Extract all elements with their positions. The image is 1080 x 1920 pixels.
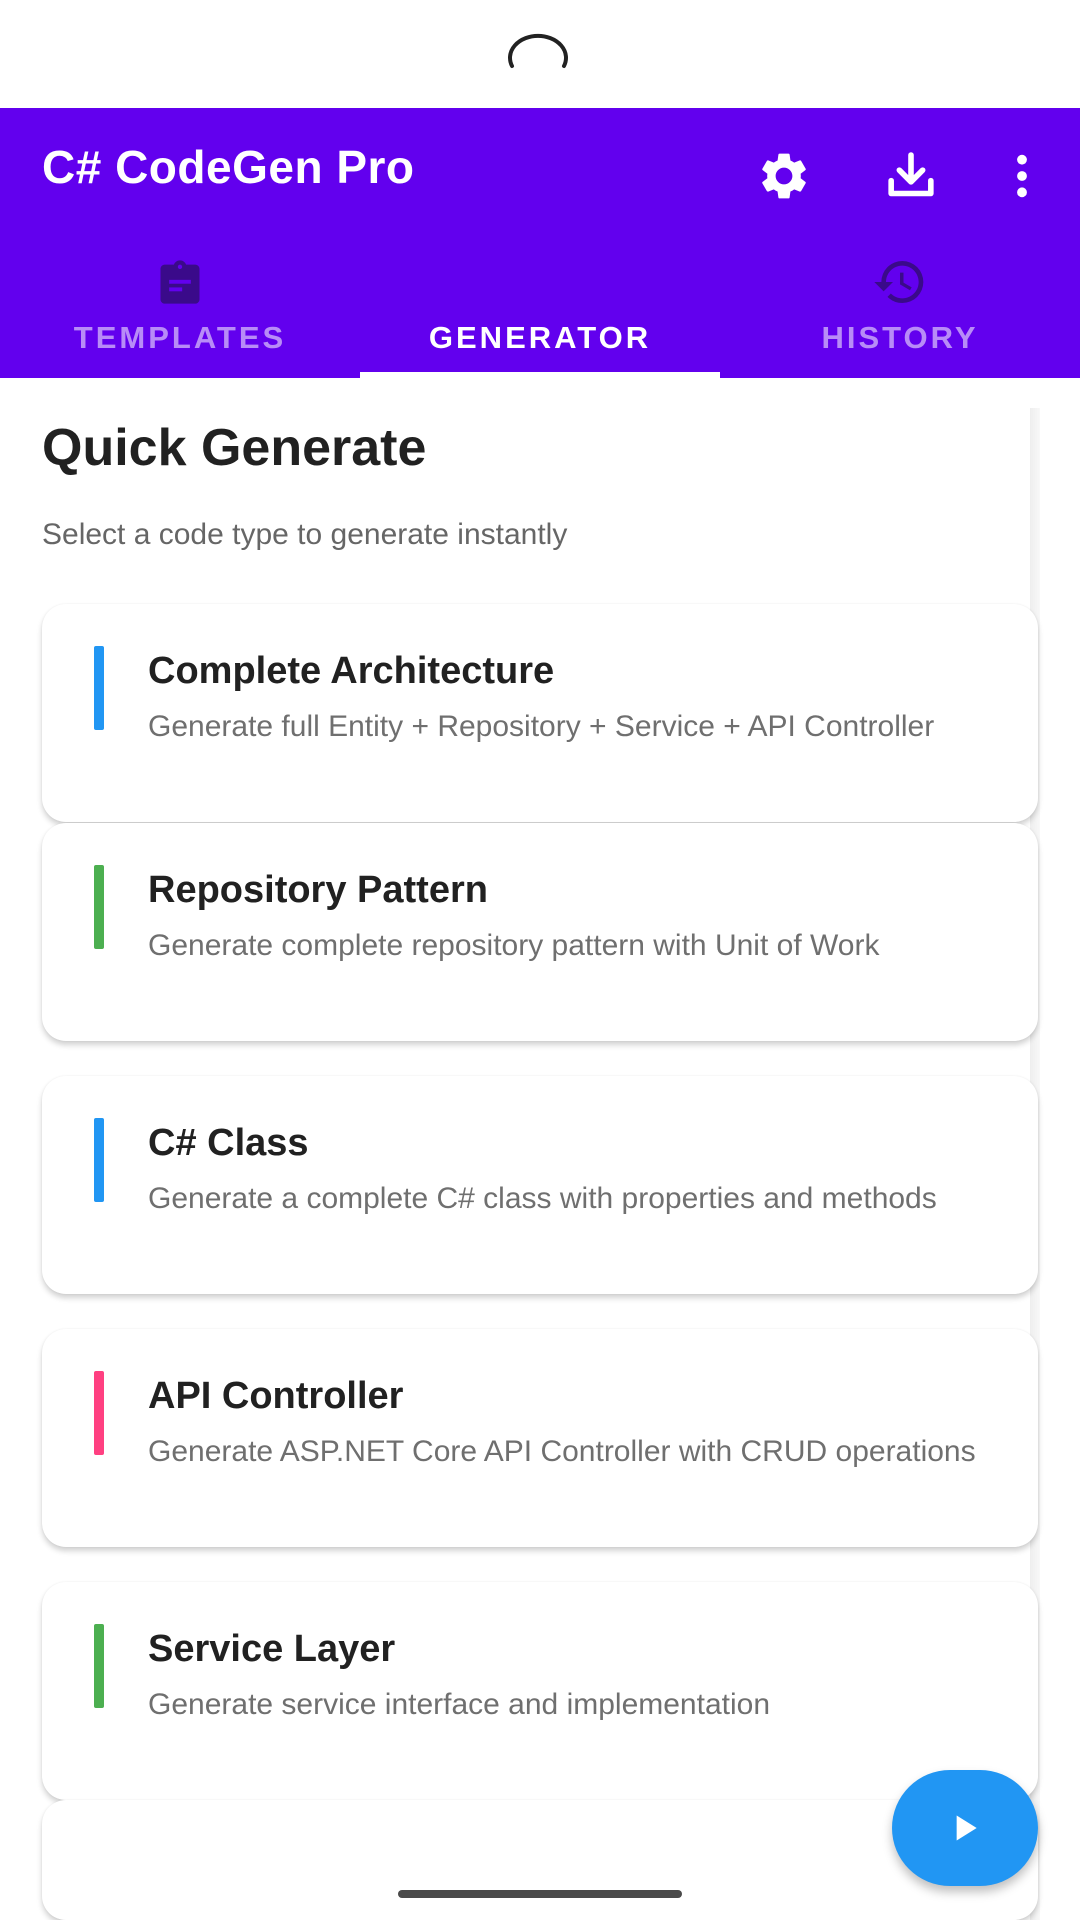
app-bar: C# CodeGen Pro TEMPLATES GENERATOR HISTO… [0,108,1080,378]
status-bar [0,0,1080,108]
home-indicator[interactable] [398,1890,682,1898]
card-title: C# Class [148,1122,309,1164]
card-accent-bar [94,646,104,730]
download-button[interactable] [871,136,951,216]
more-vert-icon [1017,154,1027,198]
play-icon [956,1815,977,1841]
download-icon [888,152,934,197]
page-subtitle: Select a code type to generate instantly [42,518,568,551]
card-next-partial[interactable] [42,1800,1038,1920]
settings-button[interactable] [744,136,824,216]
card-accent-bar [94,1624,104,1708]
tab-history[interactable]: HISTORY [720,238,1080,378]
card-csharp-class[interactable]: C# Class Generate a complete C# class wi… [42,1076,1038,1294]
loading-spinner-icon [508,33,568,68]
card-title: Complete Architecture [148,650,555,692]
tab-label: HISTORY [821,320,979,355]
tab-generator[interactable]: GENERATOR [360,238,720,378]
generator-content[interactable]: Quick Generate Select a code type to gen… [0,378,1080,1920]
more-options-button[interactable] [982,136,1062,216]
card-title: Repository Pattern [148,869,488,911]
card-accent-bar [94,865,104,949]
card-complete-architecture[interactable]: Complete Architecture Generate full Enti… [42,604,1038,822]
card-api-controller[interactable]: API Controller Generate ASP.NET Core API… [42,1329,1038,1547]
card-title: Service Layer [148,1628,396,1670]
card-description: Generate full Entity + Repository + Serv… [148,710,935,743]
card-accent-bar [94,1118,104,1202]
card-repository-pattern[interactable]: Repository Pattern Generate complete rep… [42,823,1038,1041]
card-description: Generate a complete C# class with proper… [148,1182,937,1215]
page-title: Quick Generate [42,419,427,477]
card-title: API Controller [148,1375,404,1417]
app-title: C# CodeGen Pro [42,141,415,193]
card-accent-bar [94,1371,104,1455]
clipboard-icon [150,252,210,312]
generate-fab-button[interactable] [892,1770,1038,1886]
card-description: Generate ASP.NET Core API Controller wit… [148,1435,976,1468]
tab-templates[interactable]: TEMPLATES [0,238,360,378]
card-service-layer[interactable]: Service Layer Generate service interface… [42,1582,1038,1800]
gear-icon [762,153,806,199]
tab-label: TEMPLATES [73,320,287,355]
history-icon [870,252,930,312]
tab-bar: TEMPLATES GENERATOR HISTORY [0,238,1080,378]
card-description: Generate complete repository pattern wit… [148,929,880,962]
card-description: Generate service interface and implement… [148,1688,771,1721]
tab-label: GENERATOR [428,320,652,355]
